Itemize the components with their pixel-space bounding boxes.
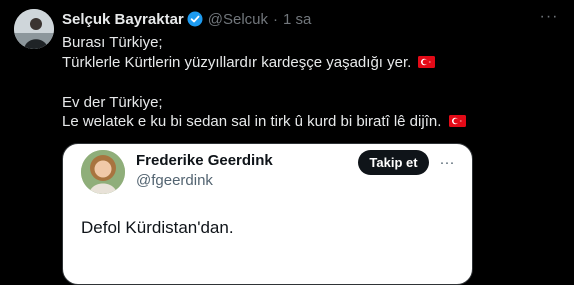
more-options-icon[interactable]: ···: [538, 8, 560, 26]
turkish-flag-icon: [418, 54, 436, 68]
quoted-tweet-card[interactable]: Frederike Geerdink @fgeerdink Takip et ·…: [62, 143, 473, 285]
quoted-author-name[interactable]: Frederike Geerdink: [136, 152, 273, 169]
author-name[interactable]: Selçuk Bayraktar: [62, 11, 184, 28]
tweet-text: Burası Türkiye;: [62, 34, 163, 51]
tweet-text: Ev der Türkiye;: [62, 94, 163, 111]
quoted-author-handle[interactable]: @fgeerdink: [136, 172, 213, 189]
turkish-flag-icon: [448, 113, 466, 127]
quoted-tweet-text: Defol Kürdistan'dan.: [81, 218, 234, 237]
quoted-more-options-icon[interactable]: ···: [436, 153, 458, 171]
tweet-text: Le welatek e ku bi sedan sal in tirk û k…: [62, 113, 442, 130]
separator-dot: ·: [273, 10, 278, 28]
follow-button[interactable]: Takip et: [358, 150, 429, 175]
verified-badge-icon[interactable]: [187, 11, 203, 27]
tweet-text: Türklerle Kürtlerin yüzyıllardır kardeşç…: [62, 54, 412, 71]
author-avatar[interactable]: [14, 9, 54, 49]
quoted-author-avatar[interactable]: [81, 150, 125, 194]
tweet-time[interactable]: 1 sa: [283, 11, 311, 28]
tweet-header: Selçuk Bayraktar @Selcuk · 1 sa: [62, 10, 311, 28]
author-handle[interactable]: @Selcuk: [208, 11, 268, 28]
tweet-text-line-1: Burası Türkiye;: [62, 33, 163, 53]
tweet-text-line-3: Ev der Türkiye;: [62, 93, 163, 113]
tweet-text-line-2: Türklerle Kürtlerin yüzyıllardır kardeşç…: [62, 53, 436, 73]
tweet-text-line-4: Le welatek e ku bi sedan sal in tirk û k…: [62, 112, 466, 132]
